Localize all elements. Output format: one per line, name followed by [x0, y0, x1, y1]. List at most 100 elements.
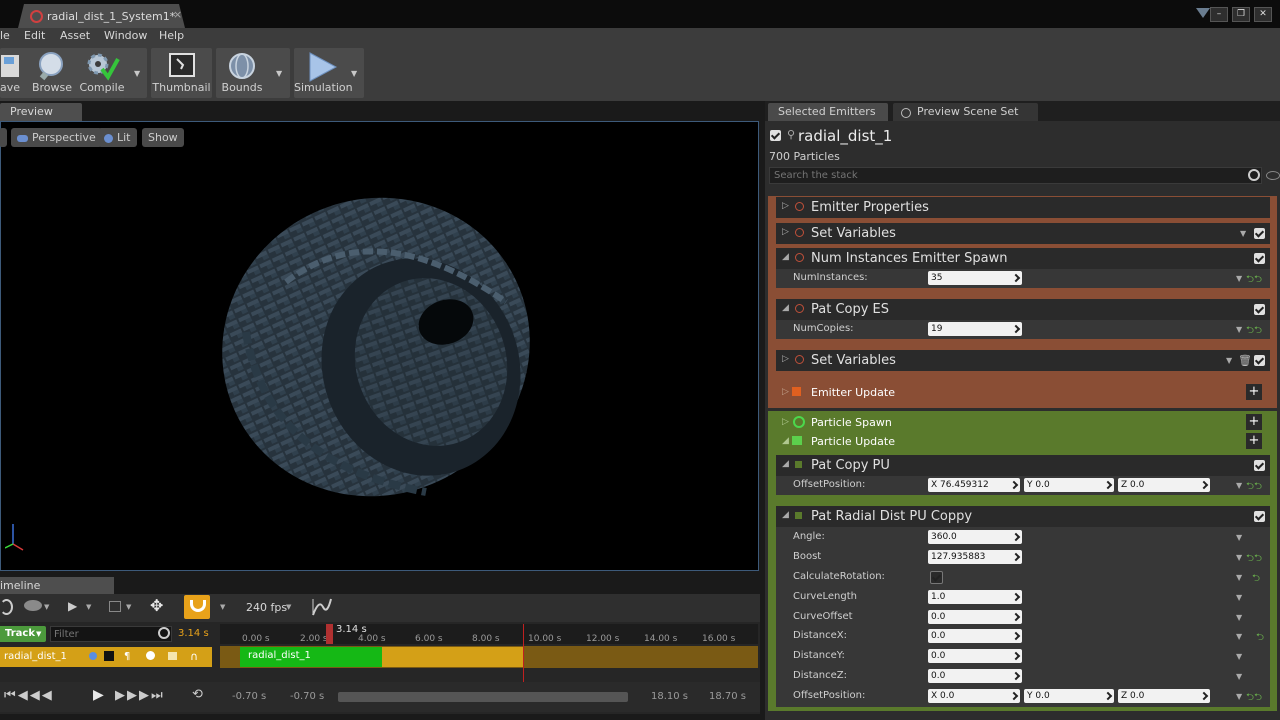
- chevron-down-icon[interactable]: ▼: [1236, 481, 1242, 490]
- collapse-arrow-icon[interactable]: ◢: [782, 436, 789, 446]
- transport-back-icons[interactable]: ⏮◀◀◀: [4, 688, 54, 703]
- set-variables-2-header[interactable]: ▷ Set Variables ▼ 🗑: [776, 350, 1270, 371]
- compile-button[interactable]: Compile: [78, 48, 126, 98]
- track-row-header[interactable]: radial_dist_1 ¶ ∩: [0, 647, 212, 667]
- curve-icon[interactable]: ∩: [190, 650, 198, 663]
- snap-dropdown[interactable]: ▼: [220, 603, 225, 611]
- playback-mode-dropdown[interactable]: ▼: [86, 603, 91, 611]
- range-end-a[interactable]: 18.10 s: [651, 691, 688, 702]
- save-button[interactable]: ave: [0, 48, 24, 98]
- range-start-a[interactable]: -0.70 s: [232, 691, 266, 702]
- lit-button[interactable]: Lit: [98, 128, 137, 147]
- curve-offset-field[interactable]: 0.0: [928, 610, 1022, 624]
- transport-forward-icons[interactable]: ▶▶▶⏭: [115, 688, 165, 703]
- chevron-down-icon[interactable]: ▼: [1236, 632, 1242, 641]
- distance-z-field[interactable]: 0.0: [928, 669, 1022, 683]
- menu-window[interactable]: Window: [104, 29, 147, 42]
- curve-editor-icon[interactable]: [311, 597, 333, 617]
- transform-icon[interactable]: ✥: [150, 596, 163, 615]
- bounds-options-dropdown[interactable]: ▼: [276, 69, 282, 78]
- selection-icon[interactable]: [109, 601, 121, 612]
- solo-icon[interactable]: [146, 651, 155, 660]
- visibility-dropdown[interactable]: ▼: [44, 603, 49, 611]
- module-enabled-checkbox[interactable]: [1254, 228, 1265, 239]
- pat-radial-header[interactable]: ◢ Pat Radial Dist PU Coppy: [776, 506, 1270, 527]
- collapse-arrow-icon[interactable]: ◢: [782, 459, 789, 469]
- reset-to-default-icon[interactable]: ⮌: [1256, 630, 1264, 647]
- emitter-properties-header[interactable]: ▷ Emitter Properties: [776, 197, 1270, 218]
- chevron-down-icon[interactable]: ▼: [1236, 692, 1242, 701]
- simulation-options-dropdown[interactable]: ▼: [351, 69, 357, 78]
- boost-field[interactable]: 127.935883: [928, 550, 1022, 564]
- lock-icon[interactable]: [168, 652, 177, 660]
- particle-spawn-group[interactable]: ▷ Particle Spawn +: [776, 413, 1270, 433]
- add-module-button[interactable]: +: [1246, 384, 1262, 400]
- timeline-tab[interactable]: imeline: [0, 577, 114, 594]
- playback-mode-icon[interactable]: ▶: [68, 599, 77, 613]
- fps-selector[interactable]: 240 fps: [246, 601, 287, 614]
- chevron-down-icon[interactable]: ▼: [1236, 325, 1242, 334]
- show-button[interactable]: Show: [142, 128, 184, 147]
- expand-arrow-icon[interactable]: ▷: [782, 417, 789, 427]
- chevron-down-icon[interactable]: ▼: [1236, 553, 1242, 562]
- info-icon[interactable]: [89, 652, 97, 660]
- offset2-z-field[interactable]: Z 0.0: [1118, 689, 1210, 703]
- time-ruler[interactable]: 0.00 s 2.00 s 4.00 s 6.00 s 8.00 s 10.00…: [220, 624, 758, 644]
- range-start-b[interactable]: -0.70 s: [290, 691, 324, 702]
- document-tab[interactable]: radial_dist_1_System1* ×: [18, 4, 185, 28]
- emitter-active-bar[interactable]: radial_dist_1: [240, 647, 382, 667]
- isolate-icon[interactable]: ¶: [124, 651, 130, 662]
- preview-tab[interactable]: Preview: [0, 103, 82, 121]
- distance-x-field[interactable]: 0.0: [928, 629, 1022, 643]
- chevron-down-icon[interactable]: ▼: [1236, 573, 1242, 582]
- emitter-enabled-checkbox[interactable]: [770, 130, 781, 141]
- stack-search-input[interactable]: [769, 167, 1262, 184]
- menu-edit[interactable]: Edit: [24, 29, 45, 42]
- reset-to-default-icon[interactable]: ⮌⮌: [1246, 690, 1262, 707]
- fps-dropdown-arrow[interactable]: ▼: [286, 603, 291, 611]
- preview-viewport[interactable]: Perspective Lit Show: [0, 121, 759, 571]
- close-tab-icon[interactable]: ×: [173, 8, 182, 21]
- pat-copy-pu-header[interactable]: ◢ Pat Copy PU: [776, 455, 1270, 476]
- tab-selected-emitters[interactable]: Selected Emitters: [768, 103, 888, 121]
- emitter-loop-bar[interactable]: [382, 647, 524, 667]
- simulation-button[interactable]: Simulation: [294, 48, 353, 98]
- offset-z-field[interactable]: Z 0.0: [1118, 478, 1210, 492]
- close-window-icon[interactable]: ✕: [1254, 7, 1272, 22]
- set-variables-1-header[interactable]: ▷ Set Variables ▼: [776, 223, 1270, 244]
- chevron-down-icon[interactable]: ▼: [1236, 672, 1242, 681]
- perspective-button[interactable]: Perspective: [11, 128, 102, 147]
- snap-toggle-button[interactable]: [184, 595, 210, 619]
- reset-to-default-icon[interactable]: ⮌: [1252, 571, 1260, 588]
- add-track-button[interactable]: Track ▼: [0, 626, 46, 642]
- angle-field[interactable]: 360.0: [928, 530, 1022, 544]
- range-end-b[interactable]: 18.70 s: [709, 691, 746, 702]
- chevron-down-icon[interactable]: ▼: [1236, 533, 1242, 542]
- curve-length-field[interactable]: 1.0: [928, 590, 1022, 604]
- module-enabled-checkbox[interactable]: [1254, 355, 1265, 366]
- menu-file[interactable]: le: [0, 29, 10, 42]
- add-module-button[interactable]: +: [1246, 414, 1262, 430]
- visibility-icon[interactable]: [24, 600, 42, 611]
- chevron-down-icon[interactable]: ▼: [1236, 652, 1242, 661]
- track-enabled-checkbox[interactable]: [104, 651, 114, 661]
- reset-to-default-icon[interactable]: ⮌⮌: [1246, 272, 1262, 289]
- offset-y-field[interactable]: Y 0.0: [1024, 478, 1114, 492]
- chevron-down-icon[interactable]: ▼: [1236, 613, 1242, 622]
- delete-icon[interactable]: 🗑: [1238, 354, 1252, 367]
- collapse-arrow-icon[interactable]: ◢: [782, 510, 789, 520]
- chevron-down-icon[interactable]: ▼: [1240, 229, 1246, 238]
- filter-visibility-icon[interactable]: [1266, 171, 1280, 180]
- module-enabled-checkbox[interactable]: [1254, 511, 1265, 522]
- num-copies-field[interactable]: 19: [928, 322, 1022, 336]
- offset-x-field[interactable]: X 76.459312: [928, 478, 1020, 492]
- loop-icon[interactable]: ⟲: [192, 687, 203, 702]
- collapse-arrow-icon[interactable]: ◢: [782, 303, 789, 313]
- time-range-slider[interactable]: [338, 692, 628, 702]
- emitter-update-group[interactable]: ▷ Emitter Update +: [776, 382, 1270, 404]
- reset-to-default-icon[interactable]: ⮌⮌: [1246, 479, 1262, 496]
- track-filter-input[interactable]: [50, 626, 172, 642]
- expand-arrow-icon[interactable]: ▷: [782, 227, 789, 237]
- offset2-x-field[interactable]: X 0.0: [928, 689, 1020, 703]
- module-enabled-checkbox[interactable]: [1254, 304, 1265, 315]
